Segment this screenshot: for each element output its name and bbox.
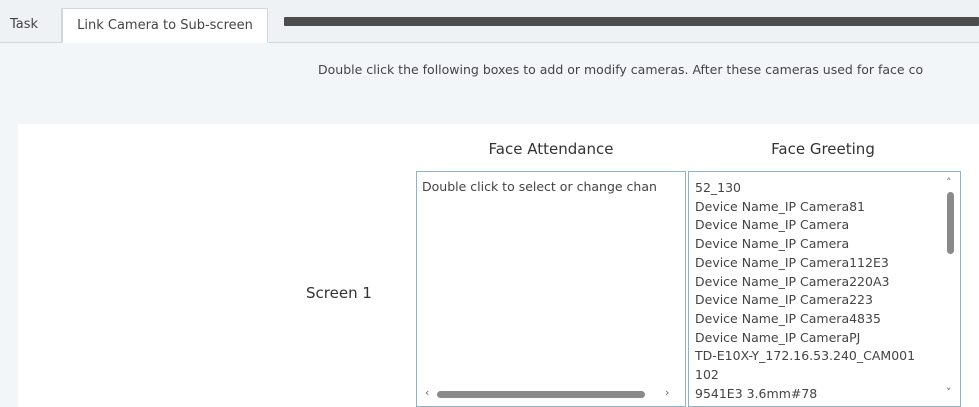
- attendance-placeholder-text: Double click to select or change chan: [422, 179, 657, 194]
- redacted-area: [284, 17, 979, 26]
- instruction-text: Double click the following boxes to add …: [318, 62, 924, 77]
- face-greeting-camera-box[interactable]: 52_130 Device Name_IP Camera81 Device Name…: [688, 171, 961, 407]
- camera-list-item[interactable]: 52_130: [695, 179, 915, 198]
- camera-list-item[interactable]: Device Name_IP CameraPJ: [695, 329, 915, 348]
- scroll-right-icon[interactable]: ›: [665, 386, 669, 399]
- vertical-scrollbar[interactable]: ˄ ˅: [944, 176, 958, 402]
- scroll-up-icon[interactable]: ˄: [946, 176, 952, 189]
- face-attendance-camera-box[interactable]: Double click to select or change chan ‹ …: [416, 171, 686, 407]
- camera-list-item[interactable]: Device Name_IP Camera4835: [695, 310, 915, 329]
- tab-link-camera-to-sub-screen[interactable]: Link Camera to Sub-screen: [62, 8, 268, 43]
- camera-list-item[interactable]: TD-E10X-Y_172.16.53.240_CAM001: [695, 347, 915, 366]
- vertical-scroll-thumb[interactable]: [947, 192, 954, 254]
- screen-label: Screen 1: [306, 284, 372, 302]
- horizontal-scrollbar[interactable]: ‹ ›: [425, 386, 675, 400]
- camera-list-item[interactable]: Device Name_IP Camera: [695, 216, 915, 235]
- face-greeting-header: Face Greeting: [771, 140, 875, 158]
- scroll-down-icon[interactable]: ˅: [946, 386, 952, 399]
- horizontal-scroll-thumb[interactable]: [437, 391, 645, 398]
- camera-list-item[interactable]: Device Name_IP Camera220A3: [695, 273, 915, 292]
- greeting-camera-list: 52_130 Device Name_IP Camera81 Device Name…: [695, 179, 915, 403]
- tab-task[interactable]: Task: [0, 8, 62, 42]
- camera-list-item[interactable]: 9541E3 3.6mm#78: [695, 385, 915, 404]
- camera-list-item[interactable]: Device Name_IP Camera223: [695, 291, 915, 310]
- face-attendance-header: Face Attendance: [488, 140, 614, 158]
- scroll-left-icon[interactable]: ‹: [425, 386, 429, 399]
- camera-list-item[interactable]: 102: [695, 366, 915, 385]
- camera-list-item[interactable]: Device Name_IP Camera112E3: [695, 254, 915, 273]
- camera-list-item[interactable]: Device Name_IP Camera: [695, 235, 915, 254]
- camera-list-item[interactable]: Device Name_IP Camera81: [695, 198, 915, 217]
- tab-bar: Task Link Camera to Sub-screen: [0, 0, 979, 43]
